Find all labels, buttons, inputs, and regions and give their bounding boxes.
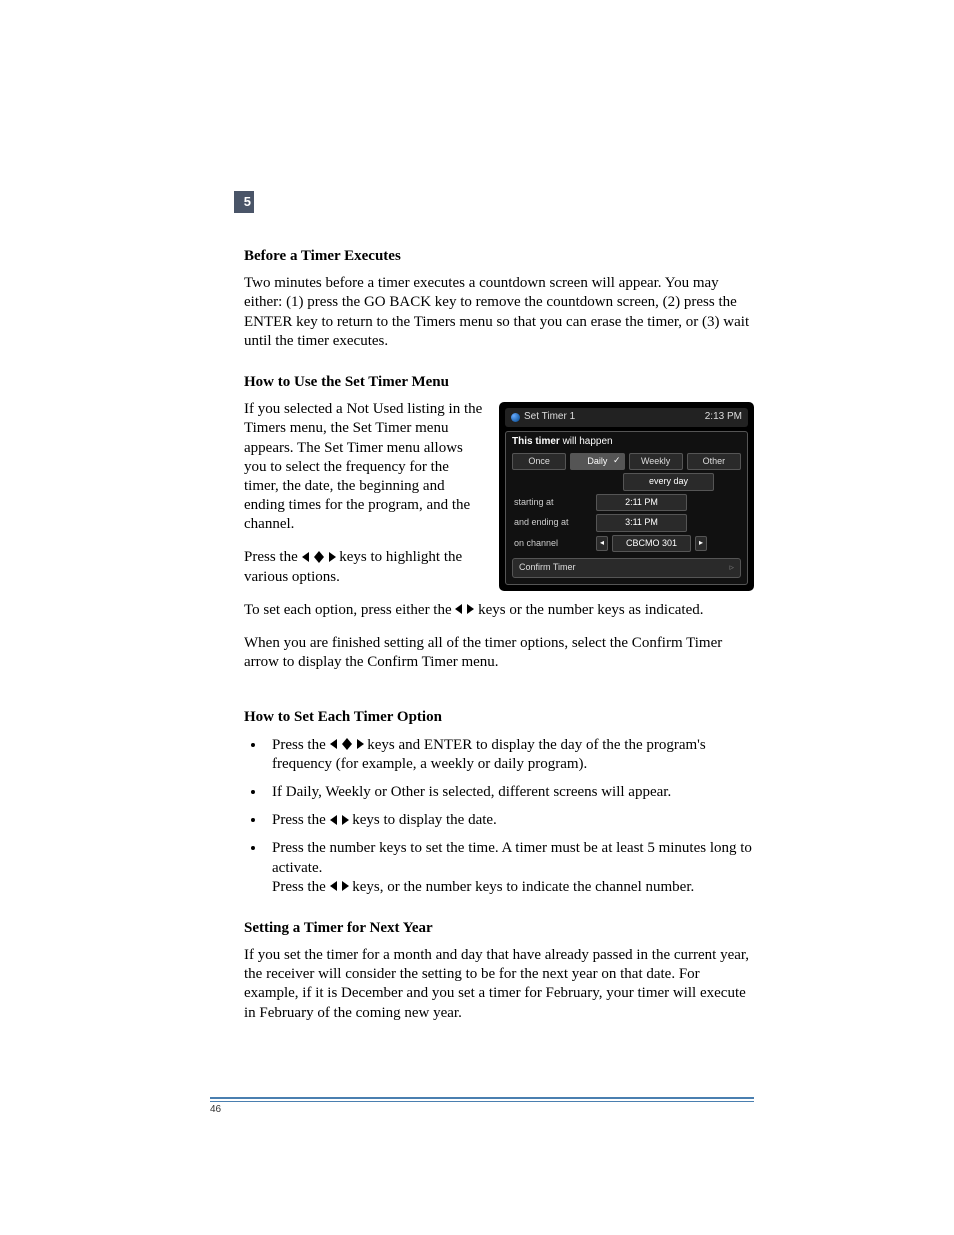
tv-header: Set Timer 1 2:13 PM xyxy=(505,408,748,427)
tv-value-start[interactable]: 2:11 PM xyxy=(596,494,687,512)
heading-set-each-option: How to Set Each Timer Option xyxy=(244,708,754,727)
bullet-list: Press the keys and ENTER to display the … xyxy=(244,736,754,897)
channel-next-icon[interactable]: ▸ xyxy=(695,536,707,551)
tv-every-day[interactable]: every day xyxy=(623,473,714,491)
list-item: Press the keys and ENTER to display the … xyxy=(266,736,754,774)
tv-label-end: and ending at xyxy=(512,517,592,529)
dpad-all-icon xyxy=(330,738,364,750)
arrow-right-icon xyxy=(329,552,336,562)
arrow-right-icon xyxy=(467,604,474,614)
channel-prev-icon[interactable]: ◂ xyxy=(596,536,608,551)
heading-set-timer-menu: How to Use the Set Timer Menu xyxy=(244,373,754,392)
section-set-each-option: How to Set Each Timer Option Press the k… xyxy=(244,708,754,897)
tv-body: This timer will happen Once Daily✓ Weekl… xyxy=(505,431,748,585)
tv-confirm-timer[interactable]: Confirm Timer ▹ xyxy=(512,558,741,578)
arrow-left-icon xyxy=(330,881,337,891)
body-text: If you set the timer for a month and day… xyxy=(244,946,754,1023)
tv-caption: This timer will happen xyxy=(512,436,741,449)
arrow-right-icon xyxy=(357,739,364,749)
globe-icon xyxy=(511,413,520,422)
tv-frequency-row: Once Daily✓ Weekly Other xyxy=(512,453,741,471)
arrow-left-icon xyxy=(330,815,337,825)
dpad-lr-icon xyxy=(455,604,474,614)
checkmark-icon: ✓ xyxy=(613,455,621,467)
arrow-left-icon xyxy=(330,739,337,749)
tv-value-channel[interactable]: CBCMO 301 xyxy=(612,535,691,553)
page-number: 46 xyxy=(210,1104,221,1115)
tv-opt-weekly[interactable]: Weekly xyxy=(629,453,683,471)
tv-opt-other[interactable]: Other xyxy=(687,453,741,471)
arrow-down-icon xyxy=(314,557,324,563)
arrow-down-icon xyxy=(342,744,352,750)
arrow-left-icon xyxy=(302,552,309,562)
body-text: To set each option, press either the key… xyxy=(244,601,754,620)
page-content: Before a Timer Executes Two minutes befo… xyxy=(244,247,754,1045)
tv-label-start: starting at xyxy=(512,497,592,509)
tv-screenshot: Set Timer 1 2:13 PM This timer will happ… xyxy=(499,402,754,591)
body-text: Two minutes before a timer executes a co… xyxy=(244,274,754,351)
dpad-lr-icon xyxy=(330,881,349,891)
list-item: Press the number keys to set the time. A… xyxy=(266,839,754,897)
confirm-arrow-icon: ▹ xyxy=(729,562,734,574)
heading-next-year: Setting a Timer for Next Year xyxy=(244,919,754,938)
tv-title: Set Timer 1 xyxy=(524,411,575,424)
tv-opt-once[interactable]: Once xyxy=(512,453,566,471)
dpad-all-icon xyxy=(302,551,336,563)
section-before-timer: Before a Timer Executes Two minutes befo… xyxy=(244,247,754,351)
footer-rule xyxy=(210,1097,754,1102)
tv-label-channel: on channel xyxy=(512,538,592,550)
body-text: When you are finished setting all of the… xyxy=(244,634,754,672)
section-set-timer-menu: How to Use the Set Timer Menu Set Timer … xyxy=(244,373,754,686)
tv-value-end[interactable]: 3:11 PM xyxy=(596,514,687,532)
heading-before-timer: Before a Timer Executes xyxy=(244,247,754,266)
list-item: Press the keys to display the date. xyxy=(266,811,754,830)
arrow-right-icon xyxy=(342,815,349,825)
list-item: If Daily, Weekly or Other is selected, d… xyxy=(266,783,754,802)
tv-opt-daily[interactable]: Daily✓ xyxy=(570,453,624,471)
chapter-tab: 5 xyxy=(234,191,254,213)
dpad-lr-icon xyxy=(330,815,349,825)
tv-clock: 2:13 PM xyxy=(705,411,742,424)
arrow-left-icon xyxy=(455,604,462,614)
section-next-year: Setting a Timer for Next Year If you set… xyxy=(244,919,754,1023)
arrow-right-icon xyxy=(342,881,349,891)
